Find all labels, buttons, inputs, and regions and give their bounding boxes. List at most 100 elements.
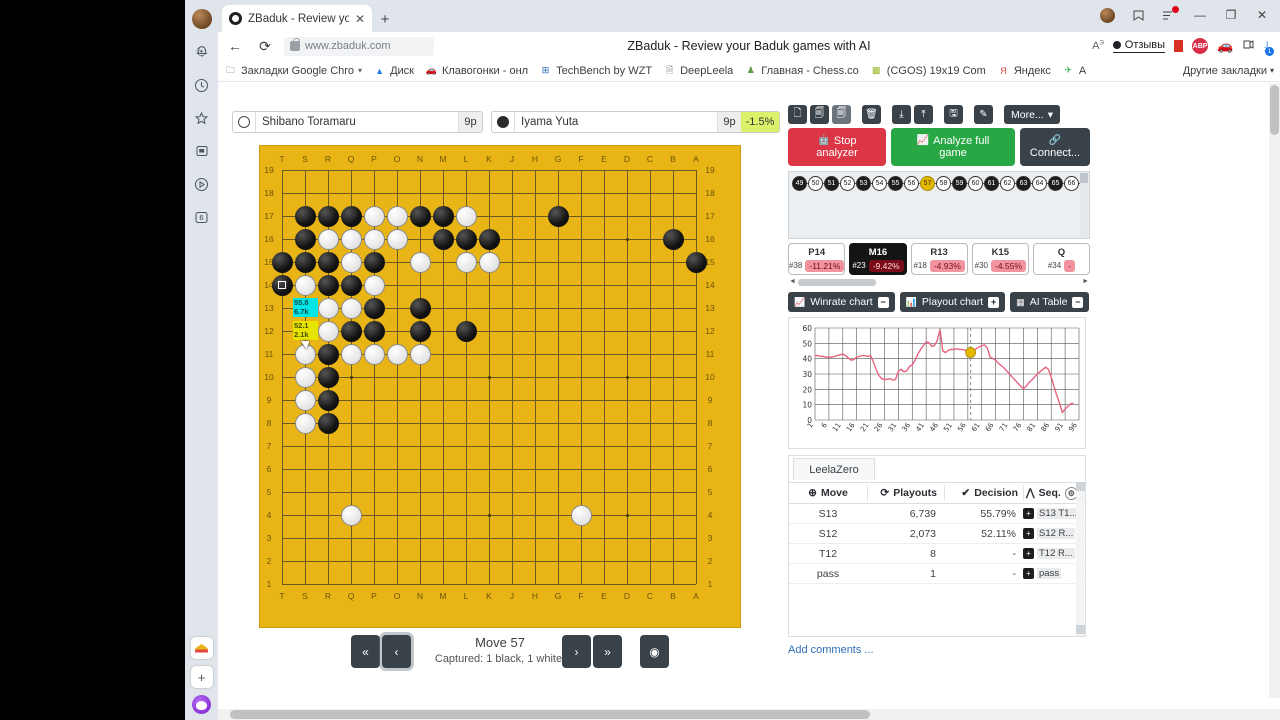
translate-icon[interactable]: AЭ	[1092, 40, 1104, 52]
move-strip-item[interactable]: 61	[984, 176, 999, 191]
bookmark-item[interactable]: ▲ Диск	[373, 64, 414, 77]
key-move-card[interactable]: M16 #23 -9.42%	[849, 243, 907, 275]
white-stone[interactable]	[363, 205, 385, 227]
move-strip-item[interactable]: 53	[856, 176, 871, 191]
page-scrollbar-vertical[interactable]	[1269, 83, 1280, 698]
downloads-icon[interactable]: ⤓	[1264, 38, 1274, 56]
expand-icon[interactable]: +	[1023, 568, 1034, 579]
copy-icon[interactable]: 🗐	[810, 105, 829, 124]
ai-table-row[interactable]: pass 1- + pass	[789, 564, 1087, 584]
bell-icon[interactable]: ☉	[191, 41, 213, 63]
black-stone[interactable]	[317, 205, 339, 227]
white-stone[interactable]	[317, 320, 339, 342]
scroll-right-icon[interactable]: ►	[1082, 278, 1089, 285]
vivaldi-logo-icon[interactable]	[192, 695, 211, 714]
chart-toggle-winrate-chart[interactable]: 📈 Winrate chart −	[788, 292, 895, 312]
black-stone[interactable]	[547, 205, 569, 227]
history-icon[interactable]	[191, 74, 213, 96]
black-stone[interactable]	[455, 320, 477, 342]
move-strip-scroll-thumb[interactable]	[1080, 173, 1088, 183]
duplicate-icon[interactable]: 🗐	[832, 105, 851, 124]
maximize-button[interactable]: ❐	[1217, 3, 1245, 27]
move-strip-item[interactable]: 52	[840, 176, 855, 191]
white-player-box[interactable]: Shibano Toramaru 9p	[232, 111, 483, 133]
white-stone[interactable]	[455, 205, 477, 227]
key-move-card[interactable]: P14 #38 -11.21%	[788, 243, 846, 275]
bookmark-flag-icon[interactable]	[1174, 40, 1184, 52]
white-player-name[interactable]: Shibano Toramaru	[255, 112, 458, 132]
move-strip-item[interactable]: 51	[824, 176, 839, 191]
move-strip-item[interactable]: 57	[920, 176, 935, 191]
chart-toggle-playout-chart[interactable]: 📊 Playout chart +	[899, 292, 1006, 312]
white-stone[interactable]	[340, 343, 362, 365]
key-moves-scrollbar[interactable]: ◄ ►	[788, 278, 1090, 287]
black-stone[interactable]	[432, 228, 454, 250]
black-stone[interactable]	[271, 251, 293, 273]
black-stone[interactable]	[294, 205, 316, 227]
address-bar[interactable]: www.zbaduk.com	[284, 36, 434, 56]
white-stone[interactable]	[409, 343, 431, 365]
ai-table-scroll-up[interactable]	[1076, 482, 1085, 491]
key-move-card[interactable]: K15 #30 -4.55%	[971, 243, 1029, 275]
new-tab-button[interactable]: +	[372, 6, 398, 32]
black-stone[interactable]	[317, 274, 339, 296]
white-stone[interactable]	[340, 228, 362, 250]
white-stone[interactable]	[363, 343, 385, 365]
white-stone[interactable]	[317, 297, 339, 319]
toggle-sign[interactable]: +	[988, 296, 1000, 308]
move-strip-item[interactable]: 50	[808, 176, 823, 191]
move-strip-item[interactable]: 66	[1064, 176, 1079, 191]
go-board[interactable]: T T S S R R Q Q P P O O N N M M L L K K J J H H G G F F E E D D C C B B A A 19…	[259, 145, 741, 628]
black-stone[interactable]	[340, 320, 362, 342]
capture-icon[interactable]	[1124, 3, 1152, 27]
white-stone[interactable]	[340, 251, 362, 273]
black-stone[interactable]	[432, 205, 454, 227]
reviews-button[interactable]: Отзывы	[1112, 39, 1166, 53]
white-stone[interactable]	[294, 274, 316, 296]
engine-tab[interactable]: LeelaZero	[793, 458, 875, 480]
white-stone[interactable]	[570, 504, 592, 526]
expand-icon[interactable]: +	[1023, 508, 1034, 519]
more-dropdown[interactable]: More... ▾	[1004, 105, 1060, 124]
white-stone[interactable]	[386, 205, 408, 227]
connect-button[interactable]: 🔗 Connect...	[1020, 128, 1090, 166]
key-moves-scroll-thumb[interactable]	[798, 279, 876, 286]
black-stone[interactable]	[409, 297, 431, 319]
toggle-sign[interactable]: −	[877, 296, 889, 308]
profile-avatar[interactable]	[191, 8, 213, 30]
move-strip-item[interactable]: 60	[968, 176, 983, 191]
black-player-box[interactable]: Iyama Yuta 9p -1.5%	[491, 111, 780, 133]
toggle-view-button[interactable]: ◉	[640, 635, 669, 668]
new-file-icon[interactable]: 🗋	[788, 105, 807, 124]
move-strip-item[interactable]: 56	[904, 176, 919, 191]
star-icon[interactable]	[191, 107, 213, 129]
move-suggestion[interactable]: 55.8 6.7k	[293, 298, 318, 317]
move-strip-item[interactable]: 63	[1016, 176, 1031, 191]
upload-icon[interactable]: ⤒	[914, 105, 933, 124]
move-strip-item[interactable]: 62	[1000, 176, 1015, 191]
reload-icon[interactable]: ⟳	[254, 35, 276, 57]
expand-icon[interactable]: +	[1023, 548, 1034, 559]
key-move-card[interactable]: Q #34-	[1032, 243, 1090, 275]
black-stone[interactable]	[363, 251, 385, 273]
white-stone[interactable]	[386, 343, 408, 365]
black-stone[interactable]	[317, 366, 339, 388]
black-stone[interactable]	[317, 412, 339, 434]
white-stone[interactable]	[294, 389, 316, 411]
ai-table-row[interactable]: T12 8 - + T12 R...	[789, 544, 1087, 564]
move-strip-item[interactable]: 65	[1048, 176, 1063, 191]
next-move-button[interactable]: ›	[562, 635, 591, 668]
trash-icon[interactable]: 🗑	[862, 105, 881, 124]
black-stone[interactable]	[363, 320, 385, 342]
download-icon[interactable]: ⤓	[892, 105, 911, 124]
white-stone[interactable]	[363, 274, 385, 296]
ai-table-scrollbar[interactable]	[1076, 482, 1085, 636]
winrate-chart-plot[interactable]: 0 10 20 30 40 50 60 1 6 11 16 21 26 31 36 41 46 51 56 61 66 7…	[788, 317, 1086, 449]
last-move-button[interactable]: »	[593, 635, 622, 668]
black-stone[interactable]	[340, 274, 362, 296]
add-panel-button[interactable]: +	[190, 666, 213, 688]
move-strip[interactable]: 49 50 51 52 53 54 55 56 57 58 59 60 61 62 63 64 65 66	[788, 171, 1090, 239]
scroll-left-icon[interactable]: ◄	[789, 278, 796, 285]
black-stone[interactable]	[363, 297, 385, 319]
stop-analyzer-button[interactable]: 🤖 Stop analyzer	[788, 128, 886, 166]
